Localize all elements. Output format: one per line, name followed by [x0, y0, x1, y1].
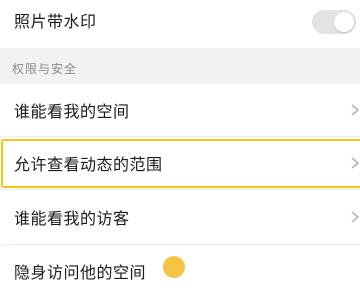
photo-watermark-row[interactable]: 照片带水印 — [0, 0, 360, 48]
list-item-who-can-view-visitors[interactable]: 谁能看我的访客 — [0, 190, 360, 244]
photo-watermark-label: 照片带水印 — [14, 12, 97, 31]
photo-watermark-toggle[interactable] — [312, 10, 356, 34]
section-header-privacy: 权限与安全 — [0, 50, 360, 86]
list-item-label: 谁能看我的空间 — [14, 102, 130, 121]
section-title: 权限与安全 — [12, 62, 78, 76]
chevron-right-icon — [350, 102, 360, 118]
list-item-who-can-view-space[interactable]: 谁能看我的空间 — [0, 84, 360, 136]
chevron-right-icon — [350, 209, 360, 225]
list-item-feed-visibility-range[interactable]: 允许查看动态的范围 — [0, 137, 360, 189]
list-item-label: 谁能看我的访客 — [14, 209, 130, 228]
list-item-label: 隐身访问他的空间 — [14, 263, 147, 282]
vip-badge-icon — [163, 256, 185, 278]
toggle-knob — [334, 12, 354, 32]
chevron-right-icon — [350, 155, 360, 171]
list-item-label: 允许查看动态的范围 — [14, 155, 163, 174]
list-item-incognito-visit[interactable]: 隐身访问他的空间 — [0, 245, 360, 297]
